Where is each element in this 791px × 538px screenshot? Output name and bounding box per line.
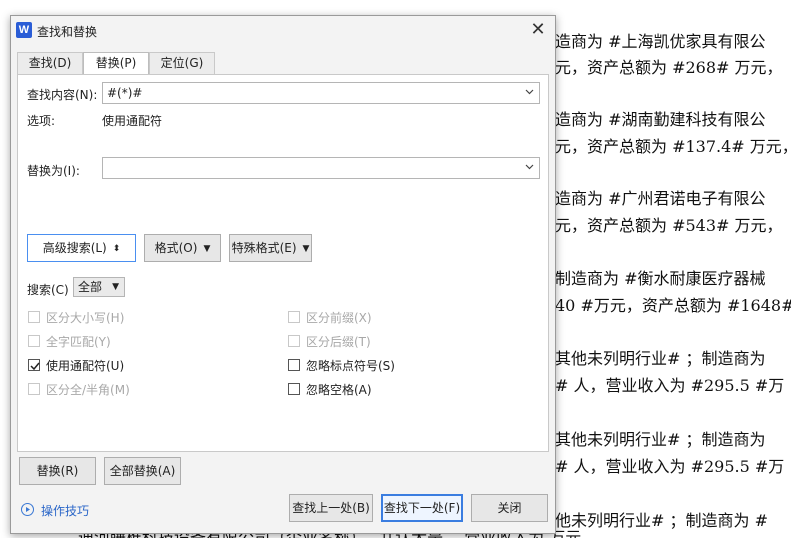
checkbox-box[interactable] [28, 383, 40, 395]
doc-line: 元，资产总额为 #137.4# 万元， [555, 137, 791, 156]
doc-line: 制造商为 #衡水耐康医疗器械 [555, 269, 766, 288]
dialog-titlebar[interactable]: W 查找和替换 ✕ [11, 16, 555, 46]
replace-input[interactable] [102, 157, 540, 179]
checkbox-label: 区分前缀(X) [306, 311, 372, 325]
close-icon[interactable]: ✕ [527, 19, 549, 41]
options-value: 使用通配符 [102, 114, 163, 128]
find-previous-button[interactable]: 查找上一处(B) [289, 494, 373, 522]
chevron-down-icon[interactable] [525, 87, 534, 96]
special-format-label: 特殊格式(E) [231, 241, 297, 255]
updown-icon: ⬍ [112, 244, 121, 254]
caret-down-icon: ▼ [302, 244, 310, 254]
replace-label: 替换为(I): [27, 164, 80, 178]
advanced-search-button[interactable]: 高级搜索(L) ⬍ [27, 234, 136, 262]
options-label: 选项: [27, 114, 56, 128]
replace-all-button[interactable]: 全部替换(A) [104, 457, 181, 485]
doc-line: 造商为 #湖南勤建科技有限公 [555, 110, 766, 129]
dialog-title: 查找和替换 [37, 25, 98, 39]
find-next-button[interactable]: 查找下一处(F) [381, 494, 463, 522]
checkbox-box[interactable] [288, 335, 300, 347]
check-icon [30, 362, 40, 371]
tab-goto[interactable]: 定位(G) [149, 52, 215, 74]
advanced-search-label: 高级搜索(L) [42, 241, 107, 255]
doc-line: 造商为 #广州君诺电子有限公 [555, 189, 766, 208]
doc-line: 元，资产总额为 #268# 万元， [555, 58, 783, 77]
doc-line: 其他未列明行业# ；制造商为 [555, 349, 766, 368]
checkbox-label: 全字匹配(Y) [46, 335, 111, 349]
doc-line: 元，资产总额为 #543# 万元， [555, 216, 783, 235]
caret-down-icon: ▼ [112, 282, 119, 292]
checkbox-label: 区分后缀(T) [306, 335, 371, 349]
checkbox-box[interactable] [288, 383, 300, 395]
doc-line: 40 #万元，资产总额为 #1648# [555, 296, 791, 315]
replace-panel: 查找内容(N): #(*)# 选项: 使用通配符 替换为(I): 高级搜索(L)… [17, 74, 549, 452]
doc-line: # 人，营业收入为 #295.5 #万 [555, 376, 785, 395]
checkbox-box[interactable] [28, 311, 40, 323]
format-label: 格式(O) [154, 241, 198, 255]
doc-line: 造商为 #上海凯优家具有限公 [555, 32, 766, 51]
checkbox-label: 区分全/半角(M) [46, 383, 130, 397]
checkbox-box[interactable] [288, 359, 300, 371]
checkbox-label: 忽略空格(A) [306, 383, 372, 397]
find-input[interactable]: #(*)# [102, 82, 540, 104]
tab-replace[interactable]: 替换(P) [83, 52, 149, 75]
search-scope-value: 全部 [78, 280, 103, 294]
search-scope-select[interactable]: 全部 ▼ [73, 277, 125, 297]
checkbox-box[interactable] [28, 335, 40, 347]
find-input-value: #(*)# [107, 86, 143, 100]
find-label: 查找内容(N): [27, 88, 98, 102]
tips-label: 操作技巧 [41, 504, 90, 518]
doc-line: 他未列明行业# ；制造商为 # [555, 511, 768, 530]
checkbox-label: 区分大小写(H) [46, 311, 125, 325]
checkbox-label: 忽略标点符号(S) [306, 359, 395, 373]
doc-line: 其他未列明行业# ；制造商为 [555, 430, 766, 449]
tab-find[interactable]: 查找(D) [17, 52, 83, 74]
checkbox-box[interactable] [288, 311, 300, 323]
format-button[interactable]: 格式(O) ▼ [144, 234, 221, 262]
search-scope-label: 搜索(C) [27, 283, 69, 297]
checkbox-box[interactable] [28, 359, 40, 371]
caret-down-icon: ▼ [203, 244, 211, 254]
wps-writer-icon: W [16, 22, 32, 38]
special-format-button[interactable]: 特殊格式(E) ▼ [229, 234, 312, 262]
replace-button[interactable]: 替换(R) [19, 457, 96, 485]
close-button[interactable]: 关闭 [471, 494, 548, 522]
play-circle-icon [21, 503, 34, 516]
chevron-down-icon[interactable] [525, 162, 534, 171]
checkbox-label: 使用通配符(U) [46, 359, 125, 373]
doc-line: # 人，营业收入为 #295.5 #万 [555, 457, 785, 476]
find-replace-dialog: W 查找和替换 ✕ 查找(D) 替换(P) 定位(G) 查找内容(N): #(*… [10, 15, 556, 534]
